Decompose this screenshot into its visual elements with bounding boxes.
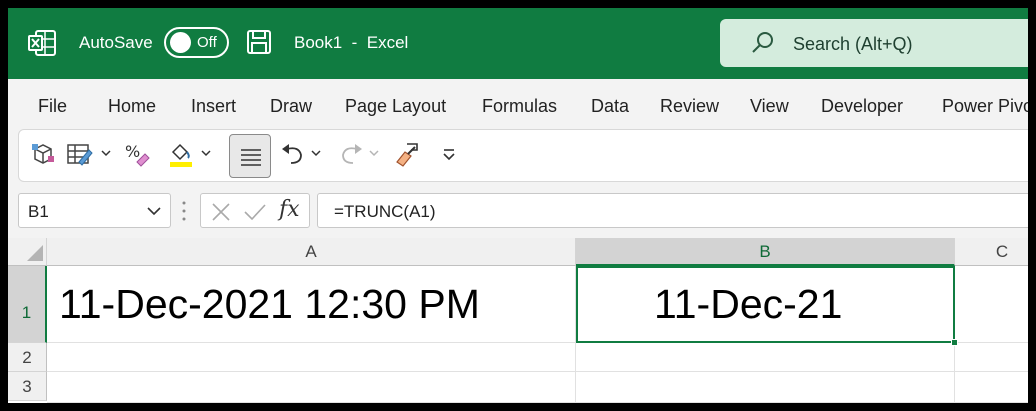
menu-page-layout[interactable]: Page Layout: [345, 96, 446, 117]
redo-icon[interactable]: [337, 140, 365, 168]
align-center-button[interactable]: [229, 134, 271, 178]
row-header-2[interactable]: 2: [8, 343, 47, 372]
fill-color-icon[interactable]: [167, 140, 195, 168]
menu-view[interactable]: View: [750, 96, 789, 117]
select-all-triangle-icon: [27, 245, 43, 261]
quick-access-ribbon: %: [18, 129, 1028, 182]
cell-c1[interactable]: [955, 266, 1028, 343]
autosave-state: Off: [197, 34, 217, 51]
insert-function-button[interactable]: fx: [279, 197, 300, 222]
excel-window: AutoSave Off Book1 - Excel Search (Alt+Q…: [8, 8, 1028, 403]
formula-text: =TRUNC(A1): [334, 202, 436, 221]
cell-a1-value: 11-Dec-2021 12:30 PM: [59, 281, 480, 327]
search-icon: [752, 32, 773, 53]
name-box-value: B1: [28, 202, 49, 221]
menu-home[interactable]: Home: [108, 96, 156, 117]
customize-qat-icon[interactable]: [435, 140, 463, 168]
formula-input[interactable]: =TRUNC(A1): [317, 193, 1028, 228]
search-box[interactable]: Search (Alt+Q): [720, 19, 1028, 67]
menu-draw[interactable]: Draw: [270, 96, 312, 117]
chevron-down-icon[interactable]: [146, 204, 162, 218]
splitter-icon[interactable]: [180, 198, 188, 224]
svg-text:%: %: [125, 142, 140, 161]
search-placeholder: Search (Alt+Q): [793, 34, 913, 54]
name-box[interactable]: B1: [18, 193, 171, 228]
select-all-button[interactable]: [8, 238, 47, 266]
menu-review[interactable]: Review: [660, 96, 719, 117]
worksheet-grid: A B C 1 2 3 11-Dec-2021 12:30 PM 11-Dec-…: [8, 238, 1028, 403]
toggle-knob: [170, 32, 191, 53]
chevron-down-icon[interactable]: [201, 148, 211, 158]
autosave-toggle[interactable]: Off: [164, 27, 229, 58]
fill-handle[interactable]: [951, 339, 958, 346]
formula-bar: B1 fx =TRUNC(A1): [8, 184, 1028, 238]
format-painter-icon[interactable]: [393, 140, 421, 168]
cell-c3[interactable]: [955, 372, 1028, 403]
save-icon[interactable]: [246, 29, 272, 55]
enter-icon[interactable]: [243, 202, 267, 222]
menu-data[interactable]: Data: [591, 96, 629, 117]
align-center-icon: [241, 149, 261, 166]
menu-bar: File Home Insert Draw Page Layout Formul…: [8, 79, 1028, 129]
formula-buttons: fx: [200, 193, 310, 228]
active-cell-border: [576, 266, 955, 343]
column-header-b[interactable]: B: [576, 238, 955, 266]
chevron-down-icon[interactable]: [101, 148, 111, 158]
menu-insert[interactable]: Insert: [191, 96, 236, 117]
percent-style-icon[interactable]: %: [123, 140, 151, 168]
cell-a3[interactable]: [47, 372, 576, 403]
menu-power-pivot[interactable]: Power Pivot: [942, 96, 1028, 117]
cell-c2[interactable]: [955, 343, 1028, 372]
column-header-c[interactable]: C: [955, 238, 1028, 266]
cell-b3[interactable]: [576, 372, 955, 403]
cell-a2[interactable]: [47, 343, 576, 372]
row-header-3[interactable]: 3: [8, 372, 47, 401]
row-header-1[interactable]: 1: [8, 266, 47, 343]
3d-map-icon[interactable]: [29, 140, 57, 168]
excel-icon[interactable]: [28, 30, 56, 56]
autosave-label: AutoSave: [79, 33, 153, 52]
cancel-icon[interactable]: [211, 202, 231, 222]
format-table-icon[interactable]: [65, 140, 93, 168]
cell-b2[interactable]: [576, 343, 955, 372]
chevron-down-icon[interactable]: [369, 148, 379, 158]
undo-icon[interactable]: [279, 140, 307, 168]
cell-a1[interactable]: 11-Dec-2021 12:30 PM: [47, 266, 576, 343]
title-bar: AutoSave Off Book1 - Excel Search (Alt+Q…: [8, 8, 1028, 79]
menu-developer[interactable]: Developer: [821, 96, 903, 117]
menu-formulas[interactable]: Formulas: [482, 96, 557, 117]
menu-file[interactable]: File: [38, 96, 67, 117]
column-header-a[interactable]: A: [47, 238, 576, 266]
chevron-down-icon[interactable]: [311, 148, 321, 158]
document-title: Book1 - Excel: [294, 33, 409, 52]
